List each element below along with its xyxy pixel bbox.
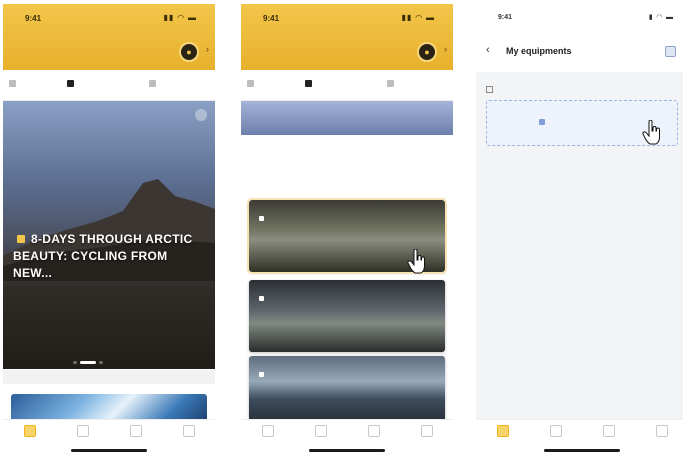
route-icon bbox=[259, 372, 264, 377]
route-name bbox=[259, 216, 268, 223]
nav-item-profile[interactable] bbox=[400, 425, 453, 440]
bottom-nav bbox=[476, 419, 683, 454]
tab-icon bbox=[9, 80, 16, 87]
status-bar: 9:41 ▮▮ ◠ ▬ bbox=[3, 4, 215, 30]
bottom-nav bbox=[241, 419, 453, 454]
avatar-icon[interactable]: ● bbox=[417, 42, 437, 62]
help-icon[interactable] bbox=[665, 46, 676, 57]
routes-icon bbox=[76, 425, 89, 437]
route-name bbox=[259, 296, 268, 303]
device-icon bbox=[367, 425, 380, 437]
carousel-dots[interactable] bbox=[73, 351, 106, 369]
category-tabs bbox=[241, 70, 453, 101]
home-icon bbox=[23, 425, 36, 437]
status-icons: ▮ ◠ ▬ bbox=[648, 14, 674, 21]
tab-0[interactable] bbox=[247, 79, 257, 91]
route-icon bbox=[259, 296, 264, 301]
tab-1[interactable] bbox=[67, 79, 77, 91]
profile-icon bbox=[655, 425, 668, 437]
hero-stat bbox=[11, 301, 63, 305]
app-header: 9:41 ▮▮ ◠ ▬ ● › bbox=[241, 4, 453, 70]
tab-icon bbox=[149, 80, 156, 87]
nav-item-routes[interactable] bbox=[529, 425, 582, 440]
phone-routes-screen: 9:41 ▮▮ ◠ ▬ ● › bbox=[241, 4, 453, 454]
tab-2[interactable] bbox=[149, 79, 159, 91]
screenshot-canvas: 9:41 ▮▮ ◠ ▬ ● › 8-DAYS THROUGH ARCTIC BE… bbox=[0, 0, 683, 457]
section-label bbox=[486, 86, 497, 94]
tab-0[interactable] bbox=[9, 79, 19, 91]
featured-story-strip[interactable] bbox=[241, 101, 453, 135]
home-icon bbox=[261, 425, 274, 437]
nav-item-profile[interactable] bbox=[162, 425, 215, 440]
plus-icon bbox=[539, 119, 545, 125]
carousel-dot bbox=[99, 361, 103, 364]
nav-item-device[interactable] bbox=[347, 425, 400, 440]
nav-item-home[interactable] bbox=[241, 425, 294, 440]
tab-icon bbox=[67, 80, 74, 87]
route-card[interactable] bbox=[249, 280, 445, 352]
hero-title: 8-DAYS THROUGH ARCTIC BEAUTY: CYCLING FR… bbox=[13, 232, 193, 280]
route-card[interactable] bbox=[249, 356, 445, 428]
app-header: 9:41 ▮▮ ◠ ▬ ● › bbox=[3, 4, 215, 70]
profile-icon bbox=[420, 425, 433, 437]
device-icon bbox=[129, 425, 142, 437]
home-indicator bbox=[309, 449, 385, 452]
nav-bar: ‹ My equipments bbox=[476, 30, 683, 72]
route-name bbox=[259, 372, 268, 379]
hero-stats bbox=[11, 301, 211, 331]
back-icon[interactable]: ‹ bbox=[486, 44, 490, 56]
avatar-icon[interactable]: ● bbox=[179, 42, 199, 62]
home-icon bbox=[496, 425, 509, 437]
tab-icon bbox=[305, 80, 312, 87]
status-bar: 9:41 ▮ ◠ ▬ bbox=[476, 4, 683, 30]
nav-item-home[interactable] bbox=[476, 425, 529, 440]
profile-icon bbox=[182, 425, 195, 437]
hand-cursor-icon bbox=[642, 120, 660, 145]
nav-item-routes[interactable] bbox=[294, 425, 347, 440]
routes-icon bbox=[549, 425, 562, 437]
device-icon bbox=[602, 425, 615, 437]
page-title: My equipments bbox=[506, 46, 572, 56]
chevron-down-icon[interactable]: › bbox=[206, 44, 209, 54]
phone-home-screen: 9:41 ▮▮ ◠ ▬ ● › 8-DAYS THROUGH ARCTIC BE… bbox=[3, 4, 215, 454]
nav-item-device[interactable] bbox=[582, 425, 635, 440]
add-equipment-label bbox=[539, 119, 550, 126]
section-divider bbox=[3, 370, 215, 384]
tab-icon bbox=[247, 80, 254, 87]
close-icon[interactable] bbox=[195, 109, 207, 121]
chevron-down-icon[interactable]: › bbox=[444, 44, 447, 54]
tab-icon bbox=[387, 80, 394, 87]
nav-item-home[interactable] bbox=[3, 425, 56, 440]
carousel-dot-active bbox=[80, 361, 96, 364]
hand-cursor-icon bbox=[407, 249, 425, 274]
status-time: 9:41 bbox=[263, 14, 280, 23]
home-indicator bbox=[544, 449, 620, 452]
featured-story-card[interactable]: 8-DAYS THROUGH ARCTIC BEAUTY: CYCLING FR… bbox=[3, 101, 215, 369]
hero-stat bbox=[135, 301, 187, 305]
route-icon bbox=[259, 216, 264, 221]
tab-1[interactable] bbox=[305, 79, 315, 91]
status-icons: ▮▮ ◠ ▬ bbox=[401, 13, 435, 22]
home-indicator bbox=[71, 449, 147, 452]
hero-stat bbox=[73, 301, 125, 305]
device-icon bbox=[486, 86, 493, 93]
tab-2[interactable] bbox=[387, 79, 397, 91]
nav-item-profile[interactable] bbox=[635, 425, 683, 440]
phone-equipment-screen: 9:41 ▮ ◠ ▬ ‹ My equipments bbox=[476, 4, 683, 454]
routes-icon bbox=[314, 425, 327, 437]
status-time: 9:41 bbox=[498, 14, 513, 21]
carousel-dot bbox=[73, 361, 77, 364]
category-tabs bbox=[3, 70, 215, 101]
nav-item-device[interactable] bbox=[109, 425, 162, 440]
nav-item-routes[interactable] bbox=[56, 425, 109, 440]
bottom-nav bbox=[3, 419, 215, 454]
secondary-story-card[interactable] bbox=[11, 394, 207, 422]
status-bar: 9:41 ▮▮ ◠ ▬ bbox=[241, 4, 453, 30]
status-icons: ▮▮ ◠ ▬ bbox=[163, 13, 197, 22]
status-time: 9:41 bbox=[25, 14, 42, 23]
